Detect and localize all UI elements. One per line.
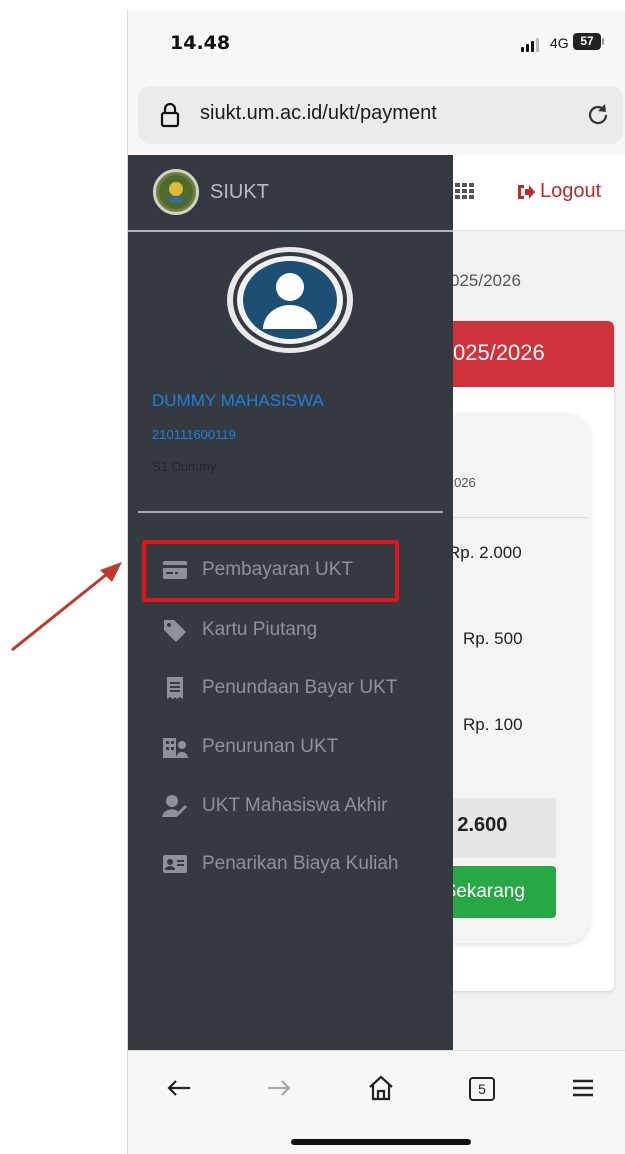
sidebar-item-penurunan-ukt[interactable]: Penurunan UKT	[148, 723, 438, 771]
tag-icon	[160, 617, 190, 643]
sidebar-item-kartu-piutang[interactable]: Kartu Piutang	[148, 606, 438, 654]
annotation-arrow	[11, 562, 122, 652]
sidebar-item-pembayaran-ukt[interactable]: Pembayaran UKT	[148, 546, 438, 594]
divider	[138, 511, 443, 513]
sidebar-item-penundaan-bayar-ukt[interactable]: Penundaan Bayar UKT	[148, 664, 438, 712]
user-avatar-icon	[227, 247, 353, 353]
home-button[interactable]	[366, 1073, 396, 1103]
logout-button[interactable]: Logout	[516, 180, 601, 203]
sidebar-item-penarikan-biaya-kuliah[interactable]: Penarikan Biaya Kuliah	[148, 840, 438, 888]
phone-screen: 14.48 4G 57 siukt.um.ac.id/ukt/payment L…	[127, 10, 625, 1154]
address-bar[interactable]: siukt.um.ac.id/ukt/payment	[138, 86, 623, 144]
sidebar-item-label: Penarikan Biaya Kuliah	[202, 853, 399, 874]
sidebar-item-label: Kartu Piutang	[202, 619, 318, 640]
back-button[interactable]	[164, 1073, 194, 1103]
user-edit-icon	[160, 793, 190, 819]
reload-icon[interactable]	[585, 102, 611, 128]
amount-item: Rp. 500	[463, 629, 523, 648]
sidebar-drawer: SIUKT DUMMY MAHASISWA 210111600119 S1 Du…	[128, 155, 453, 1050]
screenshot-canvas: 14.48 4G 57 siukt.um.ac.id/ukt/payment L…	[0, 0, 625, 1154]
brand-name: SIUKT	[210, 181, 269, 203]
arrow-left-icon	[167, 1080, 190, 1096]
signal-icon	[521, 38, 541, 52]
building-user-icon	[160, 734, 190, 760]
sidebar-item-ukt-mahasiswa-akhir[interactable]: UKT Mahasiswa Akhir	[148, 782, 438, 830]
user-nim: 210111600119	[152, 427, 236, 442]
menu-button[interactable]	[568, 1073, 598, 1103]
payment-card-title: 025/2026	[453, 340, 545, 365]
hamburger-icon	[573, 1079, 593, 1097]
network-type: 4G	[550, 35, 569, 51]
status-time: 14.48	[170, 32, 231, 54]
home-icon	[369, 1075, 393, 1101]
lock-icon	[160, 102, 180, 128]
page-subtitle: 025/2026	[450, 271, 521, 290]
status-bar: 14.48 4G 57	[128, 10, 625, 80]
battery-tip	[602, 38, 604, 45]
payment-card: 025/2026 a 5/2026 Rp. 2.000 Rp. 500 Rp. …	[428, 321, 614, 991]
sidebar-item-label: Penurunan UKT	[202, 736, 339, 757]
arrow-right-icon	[268, 1080, 291, 1096]
user-program: S1 Dummy	[152, 459, 217, 474]
home-indicator	[291, 1139, 471, 1145]
tabs-button[interactable]: 5	[469, 1077, 495, 1101]
logout-label: Logout	[540, 180, 602, 202]
sidebar-item-label: Penundaan Bayar UKT	[202, 677, 398, 698]
sidebar-brand[interactable]: SIUKT	[128, 155, 453, 231]
grid-icon[interactable]	[455, 183, 475, 199]
forward-button[interactable]	[264, 1073, 294, 1103]
credit-card-icon	[160, 557, 190, 583]
sidebar-item-label: Pembayaran UKT	[202, 559, 354, 580]
receipt-icon	[160, 675, 190, 701]
browser-toolbar: 5	[128, 1050, 625, 1154]
divider	[128, 230, 453, 232]
university-logo	[153, 169, 199, 215]
amount-item: Rp. 2.000	[448, 543, 522, 562]
payment-card-header: 025/2026	[428, 321, 614, 387]
id-card-icon	[160, 851, 190, 877]
battery-icon: 57	[573, 33, 601, 50]
user-name: DUMMY MAHASISWA	[152, 391, 324, 410]
sidebar-item-label: UKT Mahasiswa Akhir	[202, 795, 388, 816]
url-text[interactable]: siukt.um.ac.id/ukt/payment	[200, 102, 437, 125]
sign-out-icon	[518, 184, 535, 199]
amount-item: Rp. 100	[463, 715, 523, 734]
